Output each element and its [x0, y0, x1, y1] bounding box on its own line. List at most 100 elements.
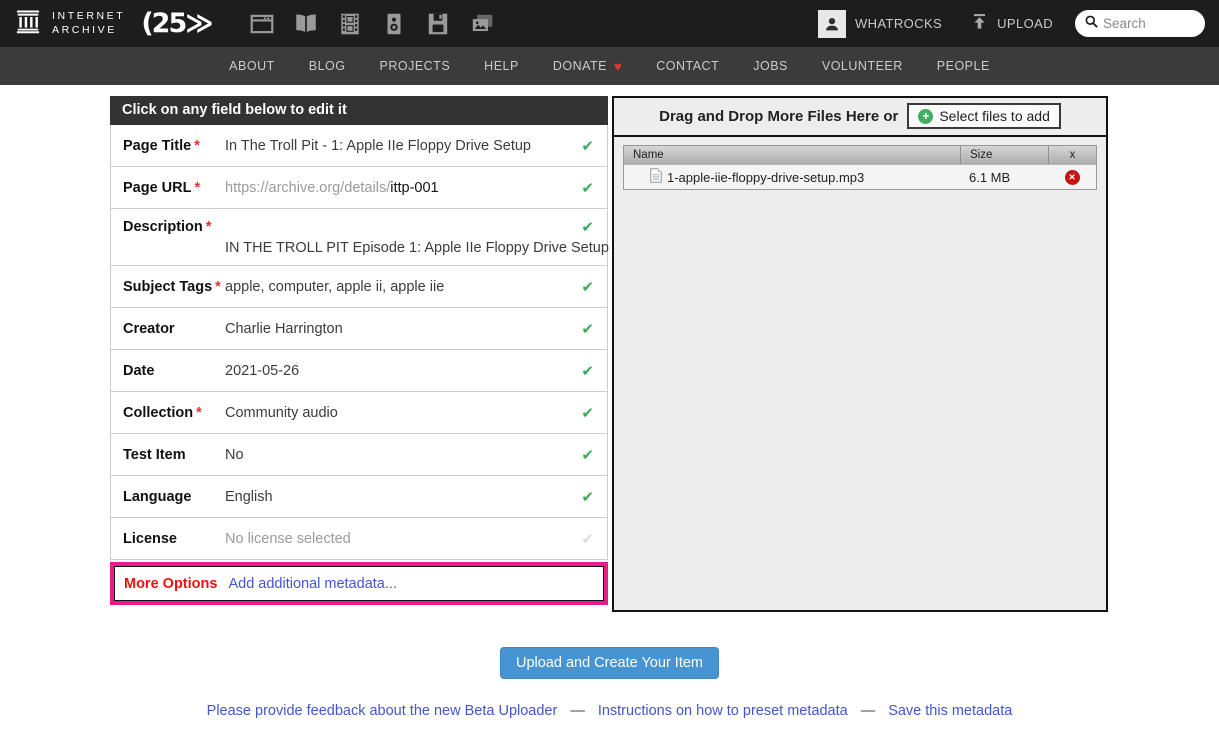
field-label: Creator: [123, 321, 225, 337]
field-row-page-title[interactable]: Page Title*In The Troll Pit - 1: Apple I…: [111, 125, 607, 167]
field-value: English: [225, 489, 595, 505]
metadata-panel: Click on any field below to edit it Page…: [110, 96, 608, 605]
nav-item-volunteer[interactable]: VOLUNTEER: [822, 59, 903, 73]
field-label: Language: [123, 489, 225, 505]
checkmark-icon: ✔: [581, 488, 594, 506]
field-label: Page URL*: [123, 180, 225, 196]
field-row-date[interactable]: Date2021-05-26✔: [111, 350, 607, 392]
upload-label: UPLOAD: [997, 16, 1053, 31]
nav-item-label: ABOUT: [229, 59, 275, 73]
software-icon[interactable]: [424, 9, 453, 38]
file-document-icon: [650, 168, 662, 186]
file-drop-panel[interactable]: Drag and Drop More Files Here or + Selec…: [612, 96, 1108, 612]
heart-icon: ♥: [614, 59, 622, 74]
username-link[interactable]: WHATROCKS: [855, 16, 942, 31]
field-label: Collection*: [123, 405, 225, 421]
nav-item-help[interactable]: HELP: [484, 59, 519, 73]
file-table-header: Name Size x: [624, 146, 1096, 164]
images-icon[interactable]: [468, 9, 497, 38]
content-area: Click on any field below to edit it Page…: [110, 96, 1219, 612]
file-table: Name Size x 1-apple-iie-floppy-drive-set…: [623, 145, 1097, 190]
file-rows: 1-apple-iie-floppy-drive-setup.mp36.1 MB…: [624, 164, 1096, 189]
top-header-bar: INTERNET ARCHIVE (25≫: [0, 0, 1219, 47]
web-icon[interactable]: [248, 9, 277, 38]
nav-item-people[interactable]: PEOPLE: [937, 59, 990, 73]
checkmark-icon: ✔: [581, 362, 594, 380]
field-row-description[interactable]: Description*IN THE TROLL PIT Episode 1: …: [111, 209, 607, 266]
field-label: License: [123, 531, 225, 547]
nav-item-about[interactable]: ABOUT: [229, 59, 275, 73]
metadata-panel-header: Click on any field below to edit it: [110, 96, 608, 125]
video-icon[interactable]: [336, 9, 365, 38]
upload-create-item-button[interactable]: Upload and Create Your Item: [500, 647, 719, 679]
checkmark-icon: ✔: [581, 446, 594, 464]
field-label: Test Item: [123, 447, 225, 463]
archive-building-icon: [14, 7, 42, 40]
archive-logo-link[interactable]: INTERNET ARCHIVE: [14, 7, 125, 40]
footer-links: Please provide feedback about the new Be…: [0, 703, 1219, 719]
file-row: 1-apple-iie-floppy-drive-setup.mp36.1 MB…: [624, 164, 1096, 189]
add-additional-metadata-link[interactable]: Add additional metadata...: [228, 576, 396, 592]
nav-item-label: BLOG: [309, 59, 346, 73]
plus-icon: +: [918, 109, 933, 124]
field-row-test-item[interactable]: Test ItemNo✔: [111, 434, 607, 476]
required-marker: *: [196, 405, 202, 421]
file-name: 1-apple-iie-floppy-drive-setup.mp3: [667, 170, 864, 185]
field-row-page-url[interactable]: Page URL*https://archive.org/details/itt…: [111, 167, 607, 209]
audio-icon[interactable]: [380, 9, 409, 38]
field-value: IN THE TROLL PIT Episode 1: Apple IIe Fl…: [225, 219, 637, 256]
field-label: Description*: [123, 219, 225, 235]
file-name-cell: 1-apple-iie-floppy-drive-setup.mp3: [624, 168, 960, 186]
field-value: Charlie Harrington: [225, 321, 595, 337]
checkmark-icon: ✔: [581, 278, 594, 296]
field-value: In The Troll Pit - 1: Apple IIe Floppy D…: [225, 138, 595, 154]
footer-link-1[interactable]: Instructions on how to preset metadata: [598, 703, 848, 719]
nav-item-contact[interactable]: CONTACT: [656, 59, 719, 73]
checkmark-icon: ✔: [581, 404, 594, 422]
texts-icon[interactable]: [292, 9, 321, 38]
checkmark-icon: ✔: [581, 530, 594, 548]
submit-area: Upload and Create Your Item: [0, 647, 1219, 679]
nav-item-jobs[interactable]: JOBS: [753, 59, 788, 73]
field-value: No license selected: [225, 531, 595, 547]
search-input[interactable]: [1103, 16, 1195, 31]
link-separator: —: [570, 703, 585, 719]
upload-nav-link[interactable]: UPLOAD: [970, 12, 1053, 36]
select-files-button[interactable]: + Select files to add: [907, 103, 1061, 129]
field-label: Date: [123, 363, 225, 379]
field-value: No: [225, 447, 595, 463]
nav-item-blog[interactable]: BLOG: [309, 59, 346, 73]
user-avatar[interactable]: [818, 10, 846, 38]
footer-link-2[interactable]: Save this metadata: [888, 703, 1012, 719]
nav-item-projects[interactable]: PROJECTS: [379, 59, 450, 73]
field-label: Page Title*: [123, 138, 225, 154]
required-marker: *: [206, 219, 212, 235]
column-header-remove: x: [1048, 146, 1096, 164]
field-row-creator[interactable]: CreatorCharlie Harrington✔: [111, 308, 607, 350]
remove-file-icon[interactable]: ✕: [1065, 170, 1080, 185]
required-marker: *: [215, 279, 221, 295]
field-row-license[interactable]: LicenseNo license selected✔: [111, 518, 607, 560]
nav-item-label: DONATE: [553, 59, 607, 73]
nav-item-label: CONTACT: [656, 59, 719, 73]
drop-heading: Drag and Drop More Files Here or: [659, 108, 898, 125]
search-box[interactable]: [1075, 10, 1205, 37]
anniversary-25-logo[interactable]: (25≫: [141, 8, 211, 39]
nav-item-label: JOBS: [753, 59, 788, 73]
more-options-label: More Options: [124, 576, 217, 592]
field-row-subject-tags[interactable]: Subject Tags*apple, computer, apple ii, …: [111, 266, 607, 308]
more-options-row[interactable]: More Options Add additional metadata...: [110, 562, 608, 605]
field-value: 2021-05-26: [225, 363, 595, 379]
checkmark-icon: ✔: [581, 320, 594, 338]
metadata-rows: Page Title*In The Troll Pit - 1: Apple I…: [110, 125, 608, 560]
required-marker: *: [194, 138, 200, 154]
checkmark-icon: ✔: [581, 137, 594, 155]
required-marker: *: [195, 180, 201, 196]
brand-wordmark: INTERNET ARCHIVE: [52, 10, 125, 37]
nav-item-donate[interactable]: DONATE ♥: [553, 59, 622, 74]
field-row-language[interactable]: LanguageEnglish✔: [111, 476, 607, 518]
footer-link-0[interactable]: Please provide feedback about the new Be…: [207, 703, 558, 719]
field-row-collection[interactable]: Collection*Community audio✔: [111, 392, 607, 434]
checkmark-icon: ✔: [581, 218, 594, 236]
nav-item-label: HELP: [484, 59, 519, 73]
